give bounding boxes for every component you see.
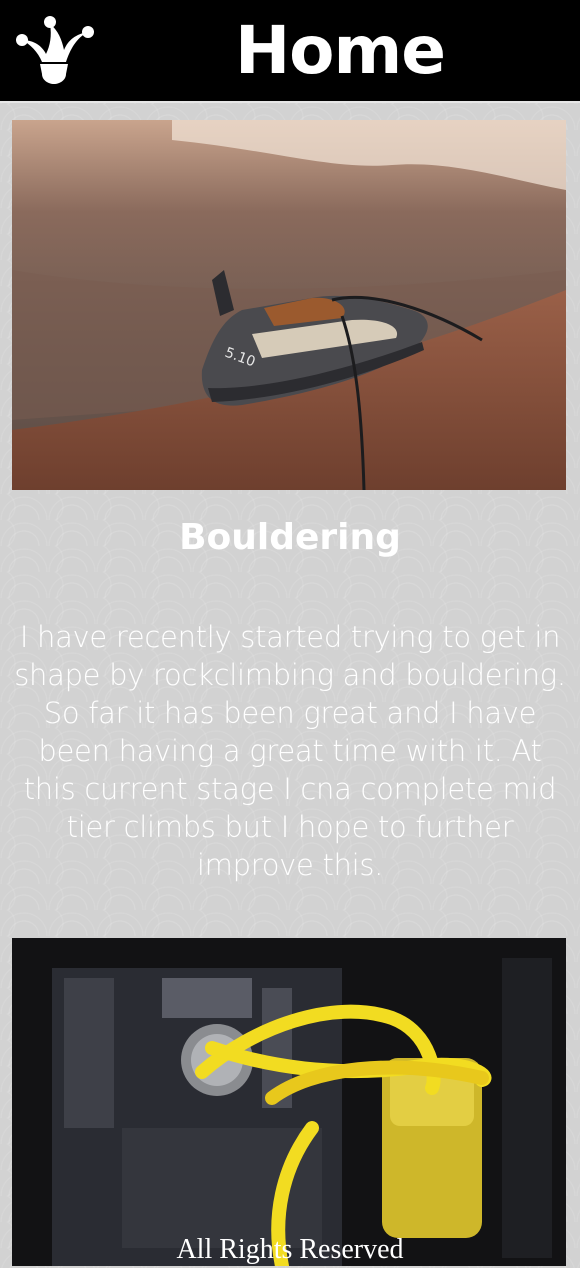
pc-build-image [12, 938, 566, 1266]
page-header: Home [0, 0, 580, 103]
footer-text: All Rights Reserved [176, 1234, 404, 1265]
section-title: Bouldering [179, 517, 401, 558]
climbing-shoe-image: 5.10 [12, 120, 566, 490]
section-text: I have recently started trying to get in… [14, 620, 566, 882]
page-title: Home [234, 12, 446, 89]
